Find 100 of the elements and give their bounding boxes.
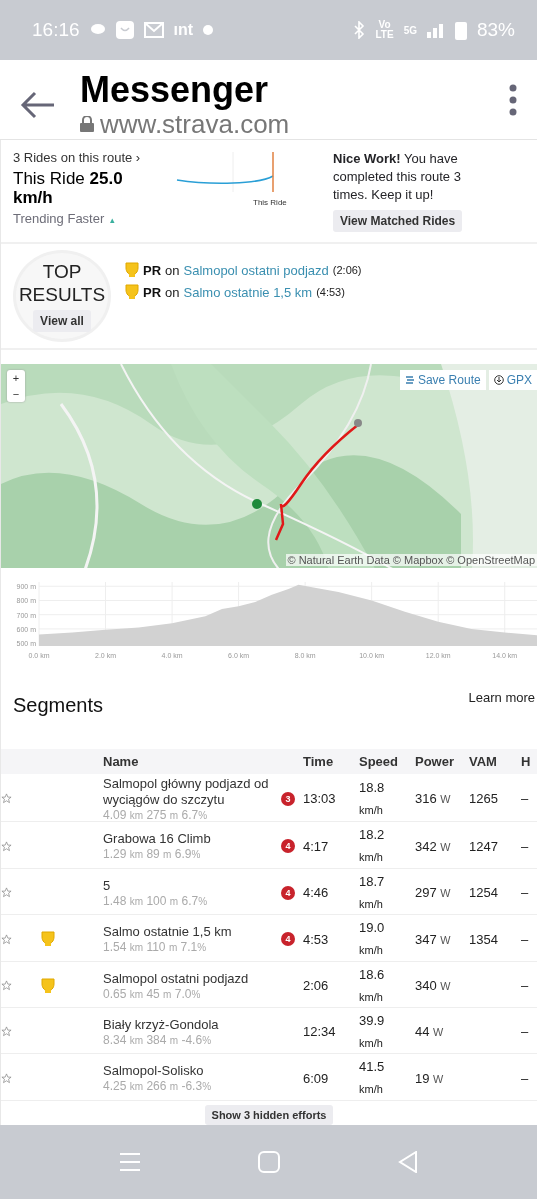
star-icon[interactable]	[1, 933, 12, 945]
segment-extra: –	[521, 885, 530, 901]
mail-icon	[143, 22, 164, 38]
segment-name[interactable]: Salmopol-Solisko	[103, 1063, 281, 1080]
pr-joiner: on	[165, 284, 180, 300]
segment-stats: 0.65 km 45 m 7.0%	[103, 986, 202, 1001]
rides-link[interactable]: 3 Rides on this route ›	[13, 150, 173, 165]
battery-icon	[454, 20, 467, 40]
segment-time: 2:06	[303, 978, 330, 993]
segment-power: 44 W	[415, 1024, 445, 1040]
star-icon[interactable]	[1, 887, 12, 899]
segment-time: 4:17	[303, 838, 330, 854]
menu-icon[interactable]	[509, 84, 517, 116]
trophy-icon	[41, 931, 55, 947]
star-icon[interactable]	[1, 793, 12, 805]
segment-link[interactable]: Salmo ostatnie 1,5 km	[183, 284, 313, 300]
star-icon[interactable]	[1, 840, 12, 852]
segment-power: 342 W	[415, 838, 452, 854]
back-icon[interactable]	[20, 90, 56, 120]
segment-vam: 1254	[469, 885, 499, 901]
view-matched-rides-button[interactable]: View Matched Rides	[333, 210, 463, 232]
pr-joiner: on	[165, 262, 180, 278]
segment-speed: 41.5 km/h	[359, 1058, 386, 1098]
this-ride-speed: This Ride 25.0 km/h	[13, 169, 124, 207]
completion-message: Nice Work! You have completed this route 3 times. Keep it up!	[333, 150, 462, 204]
download-icon	[493, 375, 504, 385]
segment-time: 4:46	[303, 885, 330, 901]
sparkline-label: This Ride	[253, 198, 287, 207]
segment-speed: 39.9 km/h	[359, 1012, 386, 1051]
show-hidden-efforts-button[interactable]: Show 3 hidden efforts	[204, 1104, 334, 1125]
category-badge: 3	[281, 791, 295, 806]
save-route-button[interactable]: Save Route	[399, 370, 486, 390]
signal-icon	[426, 22, 445, 38]
star-icon[interactable]	[1, 1026, 12, 1038]
trophy-icon	[125, 262, 139, 278]
page-url: www.strava.com	[100, 110, 290, 138]
segment-stats: 4.25 km 266 m -6.3%	[103, 1079, 213, 1094]
zoom-in-button[interactable]: +	[7, 370, 25, 386]
recent-apps-icon[interactable]	[118, 1152, 141, 1172]
learn-more-link[interactable]: Learn more	[468, 689, 535, 705]
dot-icon	[203, 25, 214, 35]
pr-label: PR	[143, 284, 162, 300]
pr-time: (4:53)	[316, 286, 345, 298]
segment-extra: –	[521, 1070, 530, 1086]
segment-speed: 18.6 km/h	[359, 965, 386, 1005]
segment-name[interactable]: Salmopol ostatni podjazd	[103, 970, 281, 987]
column-header: VAM	[469, 753, 498, 769]
segment-speed: 18.8 km/h	[359, 778, 386, 818]
segment-power: 297 W	[415, 885, 452, 901]
segment-stats: 8.34 km 384 m -4.6%	[103, 1033, 213, 1047]
segment-vam: 1265	[469, 791, 499, 807]
top-results-title: TOP RESULTS	[17, 260, 107, 306]
segment-time: 6:09	[303, 1070, 330, 1086]
column-header: H	[521, 753, 532, 769]
column-header: Time	[303, 753, 335, 769]
segment-name[interactable]: Salmo ostatnie 1,5 km	[103, 924, 281, 940]
segment-extra: –	[521, 931, 530, 947]
chat-icon	[89, 23, 106, 37]
page-title: Messenger	[80, 70, 270, 110]
segment-link[interactable]: Salmopol ostatni podjazd	[183, 262, 329, 278]
segment-speed: 18.7 km/h	[359, 872, 386, 912]
bluetooth-icon	[353, 21, 366, 39]
segment-name[interactable]: Biały krzyż-Gondola	[103, 1017, 281, 1033]
app-icon	[115, 21, 134, 39]
segment-stats: 1.48 km 100 m 6.7%	[103, 893, 209, 908]
star-icon[interactable]	[1, 1072, 12, 1084]
category-badge: 4	[281, 932, 295, 946]
route-icon	[404, 375, 415, 385]
segment-speed: 18.2 km/h	[359, 826, 386, 866]
segment-name[interactable]: Grabowa 16 Climb	[103, 831, 281, 848]
gpx-button[interactable]: GPX	[488, 370, 537, 390]
trophy-icon	[125, 284, 139, 300]
category-badge: 4	[281, 885, 295, 900]
lock-icon	[80, 116, 94, 132]
zoom-out-button[interactable]: −	[7, 386, 25, 402]
segment-speed: 19.0 km/h	[359, 919, 386, 958]
segment-name[interactable]: 5	[103, 877, 281, 894]
segment-stats: 4.09 km 275 m 6.7%	[103, 807, 209, 822]
segment-name[interactable]: Salmopol główny podjazd od wyciągów do szczytu	[103, 775, 281, 808]
category-badge: 4	[281, 839, 295, 854]
segment-power: 316 W	[415, 791, 452, 807]
view-all-button[interactable]: View all	[33, 310, 91, 332]
segment-power: 19 W	[415, 1070, 445, 1086]
segment-time: 12:34	[303, 1024, 337, 1040]
segment-time: 4:53	[303, 931, 330, 947]
segment-vam: 1354	[469, 931, 499, 947]
segment-extra: –	[521, 791, 530, 807]
segment-extra: –	[521, 1024, 530, 1040]
column-header: Power	[415, 753, 455, 769]
star-icon[interactable]	[1, 980, 12, 991]
segment-power: 340 W	[415, 978, 452, 993]
segment-time: 13:03	[303, 791, 337, 807]
segment-stats: 1.54 km 110 m 7.1%	[103, 940, 208, 954]
segment-power: 347 W	[415, 931, 452, 947]
back-nav-icon[interactable]	[398, 1151, 419, 1173]
column-header: Speed	[359, 753, 399, 769]
segment-extra: –	[521, 978, 530, 993]
home-icon[interactable]	[258, 1151, 281, 1173]
trophy-icon	[41, 977, 55, 994]
segments-title: Segments	[13, 693, 104, 717]
